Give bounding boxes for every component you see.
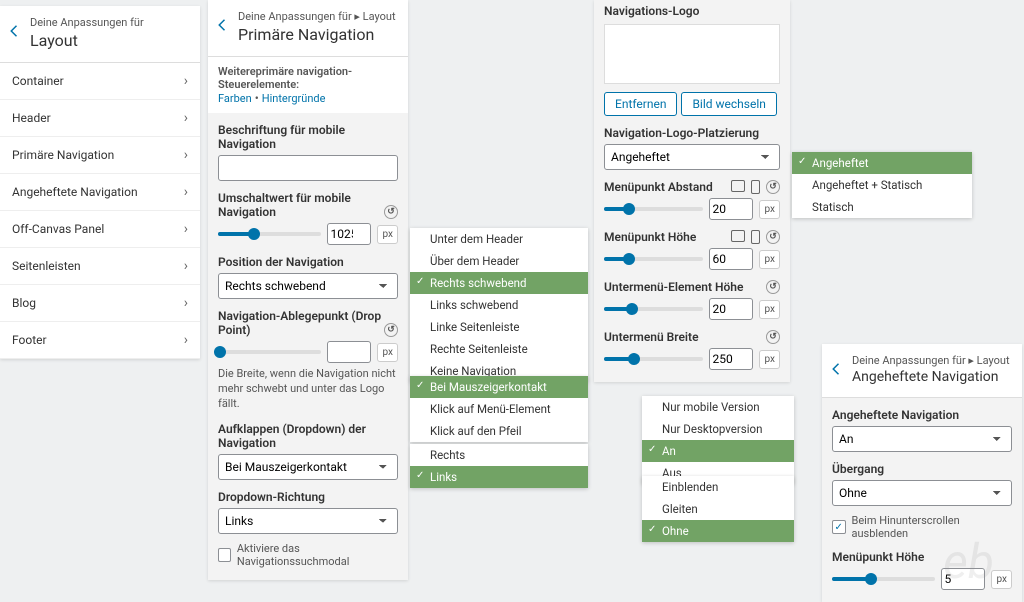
submenu-width-slider[interactable] bbox=[604, 357, 703, 361]
nav-item-blog[interactable]: Blog› bbox=[0, 285, 200, 322]
panel-d-crumb: Deine Anpassungen für ▸ Layout bbox=[852, 354, 1010, 367]
logo-placement-select[interactable]: Angeheftet bbox=[604, 144, 780, 170]
panel-a-header: Deine Anpassungen für Layout bbox=[0, 6, 200, 63]
unit-label: px bbox=[377, 343, 398, 362]
nav-item-header[interactable]: Header› bbox=[0, 100, 200, 137]
transition-select[interactable]: Ohne bbox=[832, 480, 1012, 506]
panel-d-header: Deine Anpassungen für ▸ Layout Angehefte… bbox=[822, 344, 1022, 398]
related-controls: Weitereprimäre navigation-Steuerelemente… bbox=[208, 57, 408, 113]
desktop-icon[interactable] bbox=[731, 230, 745, 242]
reset-icon[interactable]: ↺ bbox=[384, 323, 398, 337]
layout-nav-list: Container› Header› Primäre Navigation› A… bbox=[0, 63, 200, 359]
nav-item-offcanvas[interactable]: Off-Canvas Panel› bbox=[0, 211, 200, 248]
mobile-icon[interactable] bbox=[751, 180, 760, 194]
transition-options[interactable]: Einblenden Gleiten Ohne bbox=[642, 476, 794, 542]
item-height-value[interactable] bbox=[709, 248, 753, 270]
item-height-slider[interactable] bbox=[604, 257, 703, 261]
item-height-head: Menüpunkt Höhe ↺ bbox=[604, 230, 780, 244]
transition-head: Übergang bbox=[832, 462, 1012, 476]
nav-item-footer[interactable]: Footer› bbox=[0, 322, 200, 359]
sticky-nav-select[interactable]: An bbox=[832, 426, 1012, 452]
nav-drop-slider[interactable] bbox=[218, 350, 321, 354]
submenu-height-slider[interactable] bbox=[604, 307, 703, 311]
panel-b-header: Deine Anpassungen für ▸ Layout Primäre N… bbox=[208, 0, 408, 57]
nav-dir-options[interactable]: Rechts Links bbox=[410, 444, 588, 488]
nav-item-primary-nav[interactable]: Primäre Navigation› bbox=[0, 137, 200, 174]
panel-a-crumb: Deine Anpassungen für bbox=[30, 16, 144, 29]
reset-icon[interactable]: ↺ bbox=[766, 180, 780, 194]
nav-drop-head: Navigation-Ablegepunkt (Drop Point)↺ bbox=[218, 309, 398, 337]
submenu-width-head: Untermenü Breite ↺ bbox=[604, 330, 780, 344]
reset-icon[interactable]: ↺ bbox=[766, 330, 780, 344]
link-backgrounds[interactable]: Hintergründe bbox=[262, 92, 326, 105]
unit-label: px bbox=[759, 250, 780, 269]
nav-toggle-slider[interactable] bbox=[218, 232, 321, 236]
item-spacing-slider[interactable] bbox=[604, 207, 703, 211]
nav-toggle-value[interactable] bbox=[327, 223, 371, 245]
unit-label: px bbox=[991, 570, 1012, 589]
nav-dropdown-head: Aufklappen (Dropdown) der Navigation bbox=[218, 422, 398, 450]
hide-on-scroll-label: Beim Hinunterscrollen ausblenden bbox=[852, 514, 1013, 540]
reset-icon[interactable]: ↺ bbox=[766, 280, 780, 294]
item-spacing-value[interactable] bbox=[709, 198, 753, 220]
nav-dir-head: Dropdown-Richtung bbox=[218, 490, 398, 504]
remove-logo-button[interactable]: Entfernen bbox=[604, 92, 677, 116]
unit-label: px bbox=[377, 225, 398, 244]
reset-icon[interactable]: ↺ bbox=[384, 205, 398, 219]
logo-placement-head: Navigation-Logo-Platzierung bbox=[604, 126, 780, 140]
nav-item-sidebars[interactable]: Seitenleisten› bbox=[0, 248, 200, 285]
reset-icon[interactable]: ↺ bbox=[766, 230, 780, 244]
sticky-height-head: Menüpunkt Höhe bbox=[832, 550, 1012, 564]
nav-dropdown-select[interactable]: Bei Mauszeigerkontakt bbox=[218, 454, 398, 480]
nav-modal-label: Aktiviere das Navigationssuchmodal bbox=[237, 542, 398, 568]
hide-on-scroll-checkbox[interactable]: ✓ bbox=[832, 520, 846, 534]
nav-toggle-head: Umschaltwert für mobile Navigation↺ bbox=[218, 191, 398, 219]
unit-label: px bbox=[759, 350, 780, 369]
nav-drop-value[interactable] bbox=[327, 341, 371, 363]
nav-item-sticky-nav[interactable]: Angeheftete Navigation› bbox=[0, 174, 200, 211]
nav-position-select[interactable]: Rechts schwebend bbox=[218, 273, 398, 299]
nav-item-container[interactable]: Container› bbox=[0, 63, 200, 100]
item-spacing-head: Menüpunkt Abstand ↺ bbox=[604, 180, 780, 194]
back-icon[interactable] bbox=[6, 22, 24, 40]
nav-position-options[interactable]: Unter dem Header Über dem Header Rechts … bbox=[410, 228, 588, 382]
nav-dir-select[interactable]: Links bbox=[218, 508, 398, 534]
nav-position-head: Position der Navigation bbox=[218, 255, 398, 269]
link-colors[interactable]: Farben bbox=[218, 92, 252, 105]
sticky-nav-head: Angeheftete Navigation bbox=[832, 408, 1012, 422]
change-logo-button[interactable]: Bild wechseln bbox=[681, 92, 776, 116]
panel-a-title: Layout bbox=[30, 31, 144, 50]
unit-label: px bbox=[759, 300, 780, 319]
unit-label: px bbox=[759, 200, 780, 219]
mobile-label-head: Beschriftung für mobile Navigation bbox=[218, 123, 398, 151]
nav-drop-help: Die Breite, wenn die Navigation nicht me… bbox=[218, 367, 398, 412]
logo-placement-options[interactable]: Angeheftet Angeheftet + Statisch Statisc… bbox=[792, 152, 972, 218]
panel-d-title: Angeheftete Navigation bbox=[852, 369, 1010, 385]
mobile-label-input[interactable] bbox=[218, 155, 398, 181]
submenu-height-value[interactable] bbox=[709, 298, 753, 320]
sticky-height-slider[interactable] bbox=[832, 577, 935, 581]
nav-logo-heading: Navigations-Logo bbox=[604, 4, 780, 18]
submenu-height-head: Untermenü-Element Höhe ↺ bbox=[604, 280, 780, 294]
panel-b-title: Primäre Navigation bbox=[238, 25, 396, 44]
submenu-width-value[interactable] bbox=[709, 348, 753, 370]
sticky-height-value[interactable] bbox=[941, 568, 985, 590]
panel-b-crumb: Deine Anpassungen für ▸ Layout bbox=[238, 10, 396, 23]
nav-logo-preview bbox=[604, 24, 780, 84]
back-icon[interactable] bbox=[828, 360, 846, 378]
nav-dropdown-options[interactable]: Bei Mauszeigerkontakt Klick auf Menü-Ele… bbox=[410, 376, 588, 442]
desktop-icon[interactable] bbox=[731, 180, 745, 192]
related-controls-hint: Weitereprimäre navigation-Steuerelemente… bbox=[218, 65, 398, 91]
back-icon[interactable] bbox=[214, 16, 232, 34]
mobile-icon[interactable] bbox=[751, 230, 760, 244]
nav-modal-checkbox[interactable] bbox=[218, 548, 231, 562]
sticky-mode-options[interactable]: Nur mobile Version Nur Desktopversion An… bbox=[642, 396, 794, 484]
